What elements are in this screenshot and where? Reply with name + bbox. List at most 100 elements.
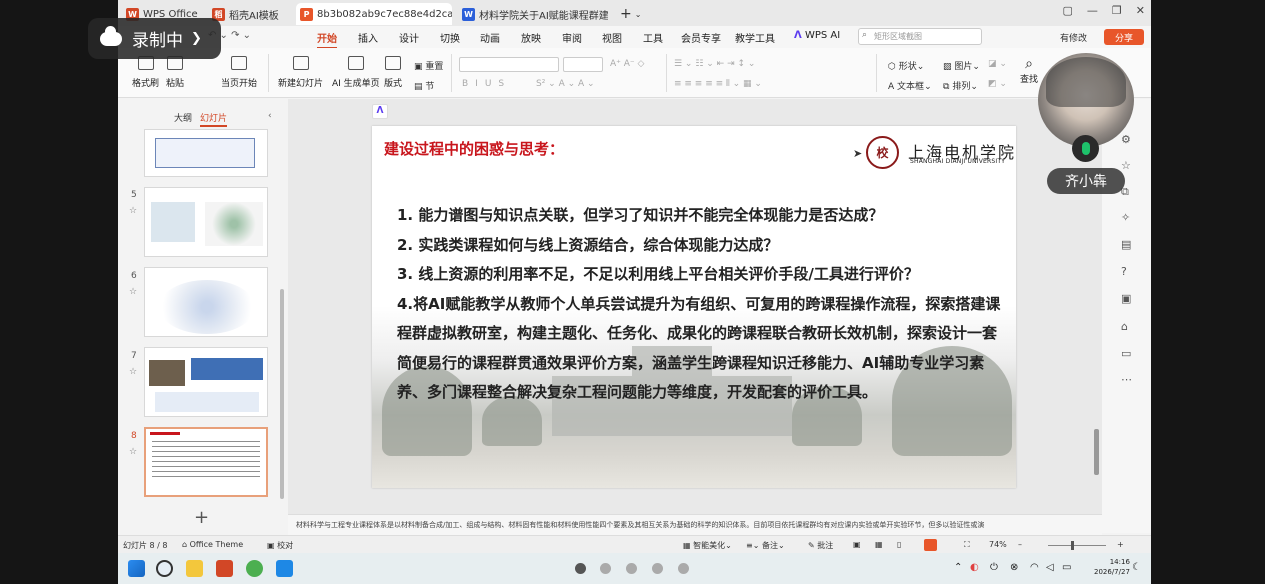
page-dot[interactable] <box>575 563 586 574</box>
page-dot[interactable] <box>626 563 637 574</box>
notes-toggle-button[interactable]: ≡⌄ 备注⌄ <box>746 540 785 551</box>
image-icon[interactable]: ▣ <box>1121 292 1131 305</box>
wifi-icon[interactable]: ◠ <box>1030 562 1039 573</box>
canvas-scrollbar[interactable] <box>1094 429 1099 475</box>
slide-thumbnail-5[interactable] <box>144 187 268 257</box>
fit-window-icon[interactable]: ⛶ <box>964 540 970 550</box>
zoom-in-icon[interactable]: + <box>1117 540 1124 549</box>
reset-button[interactable]: ▣ 重置 <box>414 59 443 72</box>
panel-scrollbar[interactable] <box>280 289 284 499</box>
favorite-icon[interactable]: ☆ <box>1121 159 1131 172</box>
meeting-app-icon[interactable] <box>276 560 293 577</box>
slide[interactable]: 建设过程中的困惑与思考： 校 上海电机学院 SHANGHAI DIANJI UN… <box>372 126 1016 488</box>
picture-button[interactable]: ▨ 图片⌄ <box>943 59 980 72</box>
font-family-select[interactable] <box>459 57 559 72</box>
speaker-notes[interactable]: 材料科学与工程专业课程体系是以材料制备合成/加工、组成与结构、材料固有性能和材料… <box>288 514 1102 536</box>
menu-review[interactable]: 审阅 <box>562 30 582 45</box>
find-button[interactable]: ⌕ 查找 <box>1020 56 1038 85</box>
magic-icon[interactable]: ✧ <box>1121 211 1130 224</box>
collapse-panel-icon[interactable]: ‹ <box>268 111 272 121</box>
menu-member[interactable]: 会员专享 <box>681 30 721 45</box>
new-slide-button[interactable]: 新建幻灯片 <box>278 56 323 89</box>
new-tab-button[interactable]: + ⌄ <box>616 3 646 25</box>
adjust-icon[interactable]: ⚙ <box>1121 133 1131 146</box>
search-input[interactable]: ⌕ 矩形区域截图 <box>858 28 982 45</box>
align-buttons[interactable]: ≡ ≡ ≡ ≡ ≡ ⫴ ⌄ ▦ ⌄ <box>674 79 762 89</box>
more-icon[interactable]: ⋯ <box>1121 373 1132 386</box>
paste-button[interactable]: 粘贴 <box>166 56 184 89</box>
page-dot[interactable] <box>678 563 689 574</box>
wps-taskbar-icon[interactable] <box>216 560 233 577</box>
reading-view-icon[interactable]: ▯ <box>897 540 901 549</box>
slide-thumbnail-8[interactable] <box>144 427 268 497</box>
zoom-slider-handle[interactable] <box>1071 541 1074 550</box>
normal-view-icon[interactable]: ▣ <box>853 540 861 549</box>
sorter-view-icon[interactable]: ▦ <box>875 540 883 549</box>
tab-outline[interactable]: 大纲 <box>174 111 192 124</box>
menu-design[interactable]: 设计 <box>399 30 419 45</box>
tray-power-icon[interactable]: ⏻ <box>990 562 998 573</box>
tab-presentation[interactable]: P 8b3b082ab9c7ec88e4d2caafb <box>296 3 452 25</box>
font-effects-buttons[interactable]: S² ⌄ A ⌄ A ⌄ <box>536 79 595 89</box>
document-icon[interactable]: ▤ <box>1121 238 1131 251</box>
file-explorer-icon[interactable] <box>186 560 203 577</box>
ai-single-page-button[interactable]: AI 生成单页 <box>332 56 380 89</box>
play-slideshow-button[interactable] <box>924 539 937 551</box>
volume-icon[interactable]: ◁ <box>1046 562 1054 573</box>
font-size-buttons[interactable]: A⁺ A⁻ ◇ <box>610 59 644 69</box>
proofread-button[interactable]: ▣ 校对 <box>267 540 293 551</box>
arrange-button[interactable]: ⧉ 排列⌄ <box>943 79 978 92</box>
zoom-out-icon[interactable]: – <box>1018 540 1022 549</box>
comment-icon[interactable]: ▭ <box>1121 347 1131 360</box>
section-button[interactable]: ▤ 节 <box>414 79 434 92</box>
star-icon[interactable]: ☆ <box>129 287 137 297</box>
menu-transitions[interactable]: 切换 <box>440 30 460 45</box>
font-style-buttons[interactable]: BIUS <box>462 79 511 89</box>
browser-icon[interactable] <box>246 560 263 577</box>
tray-close-icon[interactable]: ⊗ <box>1010 562 1018 573</box>
outline-button[interactable]: ◩ ⌄ <box>988 79 1007 89</box>
font-size-select[interactable] <box>563 57 603 72</box>
battery-icon[interactable]: ▭ <box>1062 562 1071 573</box>
menu-tools[interactable]: 工具 <box>643 30 663 45</box>
recording-indicator[interactable]: 录制中 ❯ <box>88 18 221 59</box>
star-icon[interactable]: ☆ <box>129 447 137 457</box>
zoom-slider[interactable] <box>1048 545 1106 546</box>
tab-template[interactable]: 稻 稻壳AI模板 <box>208 3 296 25</box>
comment-button[interactable]: ✎ 批注 <box>808 540 833 551</box>
windows-start-icon[interactable] <box>128 560 145 577</box>
page-dot[interactable] <box>600 563 611 574</box>
menu-teaching-tools[interactable]: 教学工具 <box>735 30 775 45</box>
slide-thumbnail-6[interactable] <box>144 267 268 337</box>
menu-wps-ai[interactable]: ᐱ WPS AI <box>794 30 840 41</box>
format-painter-button[interactable]: 格式刷 <box>132 56 159 89</box>
microphone-icon[interactable] <box>1072 135 1099 162</box>
play-from-current-button[interactable]: 当页开始 <box>221 56 257 89</box>
tray-chevron-icon[interactable]: ⌃ <box>954 562 962 573</box>
menu-slideshow[interactable]: 放映 <box>521 30 541 45</box>
tray-app-icon[interactable]: ◐ <box>970 562 979 573</box>
fill-button[interactable]: ◪ ⌄ <box>988 59 1007 69</box>
help-icon[interactable]: ? <box>1121 265 1127 278</box>
shape-button[interactable]: ⬡ 形状⌄ <box>888 59 924 72</box>
clock[interactable]: 14:16 2026/7/27 <box>1094 557 1130 577</box>
menu-animation[interactable]: 动画 <box>480 30 500 45</box>
slide-thumbnail-7[interactable] <box>144 347 268 417</box>
layout-button[interactable]: 版式 <box>384 56 402 89</box>
tab-document[interactable]: W 材料学院关于AI赋能课程群建设... ✕ <box>458 3 608 25</box>
textbox-button[interactable]: A 文本框⌄ <box>888 79 932 92</box>
maximize-icon[interactable]: ❐ <box>1112 4 1122 17</box>
add-slide-icon[interactable]: + <box>194 507 209 528</box>
menu-insert[interactable]: 插入 <box>358 30 378 45</box>
shirt-icon[interactable]: ⌂ <box>1121 320 1128 333</box>
slide-thumbnail-4[interactable] <box>144 129 268 177</box>
participant-avatar[interactable] <box>1038 53 1134 147</box>
share-button[interactable]: 分享 <box>1104 29 1144 45</box>
close-window-icon[interactable]: ✕ <box>1136 4 1145 17</box>
page-dot[interactable] <box>652 563 663 574</box>
ai-badge-icon[interactable]: ᐱ <box>372 104 388 119</box>
search-icon[interactable] <box>156 560 173 577</box>
tab-slides[interactable]: 幻灯片 <box>200 111 228 127</box>
notification-icon[interactable]: ☾ <box>1132 562 1141 573</box>
minimize-icon[interactable]: — <box>1087 4 1098 17</box>
